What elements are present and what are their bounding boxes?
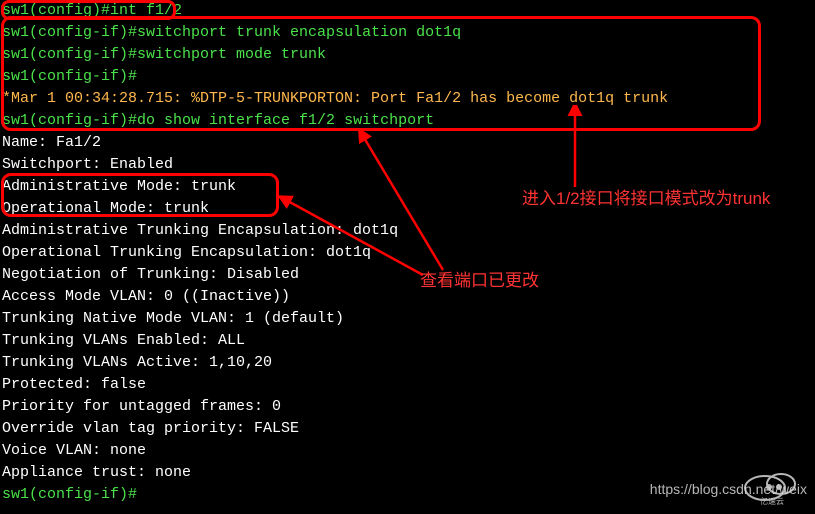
terminal-text: Trunking VLANs Enabled: ALL <box>2 332 245 349</box>
terminal-text: switchport trunk encapsulation dot1q <box>137 24 461 41</box>
terminal-text: Protected: false <box>2 376 146 393</box>
terminal-line: sw1(config-if)#switchport trunk encapsul… <box>2 22 813 44</box>
terminal-line: sw1(config-if)#switchport mode trunk <box>2 44 813 66</box>
terminal-text: Operational Trunking Encapsulation: dot1… <box>2 244 371 261</box>
terminal-line: sw1(config)#int f1/2 <box>2 0 813 22</box>
terminal-text: Trunking Native Mode VLAN: 1 (default) <box>2 310 344 327</box>
terminal-line: Operational Trunking Encapsulation: dot1… <box>2 242 813 264</box>
terminal-text: do show interface f1/2 switchport <box>137 112 434 129</box>
terminal-text: Switchport: Enabled <box>2 156 173 173</box>
terminal-line: sw1(config-if)# <box>2 66 813 88</box>
annotation-trunk-mode: 进入1/2接口将接口模式改为trunk <box>522 186 782 212</box>
terminal-text: sw1(config-if)# <box>2 486 137 503</box>
terminal-text: Voice VLAN: none <box>2 442 146 459</box>
terminal-line: Trunking VLANs Active: 1,10,20 <box>2 352 813 374</box>
terminal-text: Trunking VLANs Active: 1,10,20 <box>2 354 272 371</box>
terminal-text: sw1(config-if)# <box>2 68 137 85</box>
terminal-line: Name: Fa1/2 <box>2 132 813 154</box>
terminal-text: Operational Mode: trunk <box>2 200 209 217</box>
logo-yisuyun: 亿速云 <box>737 466 807 506</box>
terminal-text: Administrative Mode: trunk <box>2 178 236 195</box>
terminal-line: Access Mode VLAN: 0 ((Inactive)) <box>2 286 813 308</box>
terminal-line: Priority for untagged frames: 0 <box>2 396 813 418</box>
annotation-port-changed: 查看端口已更改 <box>420 268 539 294</box>
terminal-text: sw1(config-if)# <box>2 24 137 41</box>
terminal-text: Appliance trust: none <box>2 464 191 481</box>
terminal-text: Administrative Trunking Encapsulation: d… <box>2 222 398 239</box>
terminal-line: Trunking Native Mode VLAN: 1 (default) <box>2 308 813 330</box>
terminal-text: sw1(config-if)# <box>2 46 137 63</box>
terminal-line: Negotiation of Trunking: Disabled <box>2 264 813 286</box>
terminal-output: sw1(config)#int f1/2sw1(config-if)#switc… <box>0 0 815 506</box>
terminal-text: Name: Fa1/2 <box>2 134 101 151</box>
terminal-line: Switchport: Enabled <box>2 154 813 176</box>
terminal-text: *Mar 1 00:34:28.715: %DTP-5-TRUNKPORTON:… <box>2 90 668 107</box>
terminal-line: Trunking VLANs Enabled: ALL <box>2 330 813 352</box>
svg-text:亿速云: 亿速云 <box>760 496 784 506</box>
terminal-text: sw1(config-if)# <box>2 112 137 129</box>
terminal-line: Override vlan tag priority: FALSE <box>2 418 813 440</box>
terminal-text: Override vlan tag priority: FALSE <box>2 420 299 437</box>
terminal-text: sw1(config)# <box>2 2 110 19</box>
terminal-line: sw1(config-if)#do show interface f1/2 sw… <box>2 110 813 132</box>
terminal-text: Access Mode VLAN: 0 ((Inactive)) <box>2 288 290 305</box>
terminal-line: Protected: false <box>2 374 813 396</box>
terminal-line: Administrative Trunking Encapsulation: d… <box>2 220 813 242</box>
terminal-text: switchport mode trunk <box>137 46 326 63</box>
terminal-text: Priority for untagged frames: 0 <box>2 398 281 415</box>
terminal-line: *Mar 1 00:34:28.715: %DTP-5-TRUNKPORTON:… <box>2 88 813 110</box>
terminal-text: Negotiation of Trunking: Disabled <box>2 266 299 283</box>
terminal-text: int f1/2 <box>110 2 182 19</box>
terminal-line: Voice VLAN: none <box>2 440 813 462</box>
